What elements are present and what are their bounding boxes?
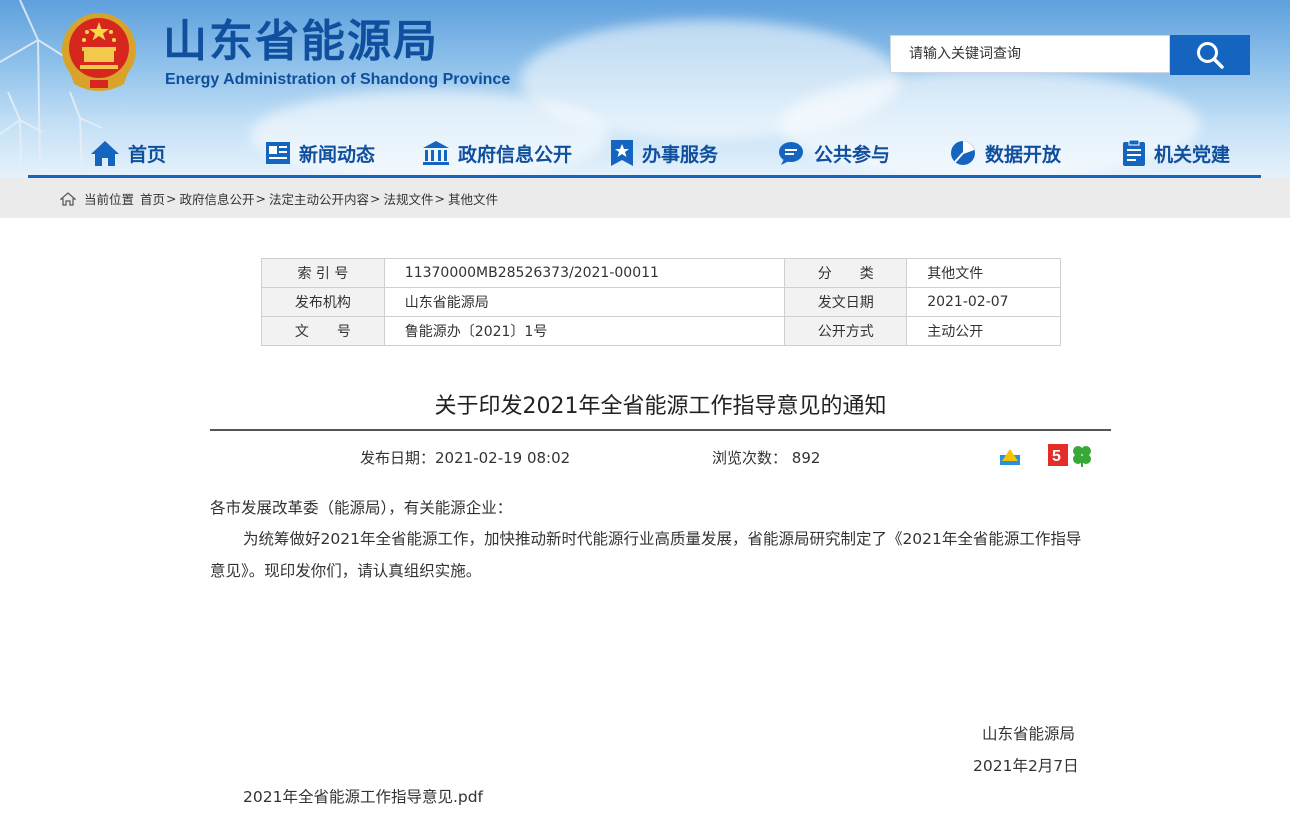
category-value: 其他文件 [906,258,1061,288]
share-weibo-icon[interactable]: 5 [1046,443,1070,467]
nav-item-label: 政府信息公开 [458,143,573,166]
article-body-line: 意见》。现印发你们，请认真组织实施。 [210,562,482,580]
publish-date-value: 2021-02-19 08:02 [435,449,571,467]
breadcrumb-link[interactable]: 政府信息公开 [180,189,255,208]
issue-date-label: 发文日期 [784,287,908,317]
view-count: 浏览次数： 892 [712,447,820,468]
view-count-value: 892 [791,449,821,467]
pie-chart-icon [951,141,975,165]
table-row: 文 号 鲁能源办〔2021〕1号 公开方式 主动公开 [261,316,1061,346]
breadcrumb-link[interactable]: 其他文件 [448,189,498,208]
article-greeting: 各市发展改革委（能源局），有关能源企业： [210,499,513,517]
site-title: 山东省能源局 [163,16,439,67]
site-subtitle: Energy Administration of Shandong Provin… [165,71,511,88]
national-emblem-logo [62,13,136,91]
category-label: 分 类 [784,258,908,288]
nav-item-news[interactable]: 新闻动态 [265,138,375,168]
nav-item-label: 新闻动态 [299,143,376,166]
nav-item-public-participation[interactable]: 公共参与 [778,138,890,168]
title-divider [210,429,1111,431]
site-header: 山东省能源局 Energy Administration of Shandong… [0,0,1290,178]
clipboard-icon [1123,139,1145,166]
share-qzone-icon[interactable] [998,443,1022,467]
index-number-label: 索 引 号 [261,258,385,288]
attachment-link[interactable]: 2021年全省能源工作指导意见.pdf [243,785,483,807]
news-icon [266,142,290,164]
index-number-value: 11370000MB28526373/2021-00011 [383,258,786,288]
nav-item-label: 办事服务 [642,143,719,166]
publish-date: 发布日期：2021-02-19 08:02 [360,447,570,468]
government-icon [423,141,449,165]
nav-item-open-data[interactable]: 数据开放 [949,138,1061,168]
signature-organization: 山东省能源局 [982,725,1076,743]
open-mode-value: 主动公开 [906,316,1061,346]
share-kaixin-icon[interactable] [1070,443,1094,467]
breadcrumb-link[interactable]: 首页 [140,189,165,208]
view-count-label: 浏览次数： [712,449,788,467]
search-button[interactable] [1170,35,1250,75]
nav-item-label: 公共参与 [814,143,891,166]
nav-item-home[interactable]: 首页 [90,138,166,168]
breadcrumb-link[interactable]: 法定主动公开内容 [269,189,369,208]
breadcrumb: 当前位置 首页 > 政府信息公开 > 法定主动公开内容 > 法规文件 > 其他文件 [60,189,498,208]
article-title: 关于印发2021年全省能源工作指导意见的通知 [434,394,887,419]
breadcrumb-bar: 当前位置 首页 > 政府信息公开 > 法定主动公开内容 > 法规文件 > 其他文件 [0,178,1290,218]
article-body-line: 为统筹做好2021年全省能源工作，加快推动新时代能源行业高质量发展，省能源局研究… [243,530,1082,548]
breadcrumb-prefix: 当前位置 [84,192,135,207]
nav-item-government-info[interactable]: 政府信息公开 [422,138,572,168]
table-row: 发布机构 山东省能源局 发文日期 2021-02-07 [261,287,1061,317]
home-icon [91,141,119,166]
nav-item-label: 机关党建 [1154,143,1231,166]
home-icon [60,191,76,206]
table-row: 索 引 号 11370000MB28526373/2021-00011 分 类 … [261,258,1061,288]
nav-item-label: 数据开放 [985,143,1062,166]
document-number-value: 鲁能源办〔2021〕1号 [383,316,786,346]
publisher-label: 发布机构 [261,287,385,317]
nav-item-services[interactable]: 办事服务 [610,138,718,168]
document-number-label: 文 号 [261,316,385,346]
document-meta-table: 索 引 号 11370000MB28526373/2021-00011 分 类 … [261,258,1061,346]
issue-date-value: 2021-02-07 [906,287,1061,317]
breadcrumb-link[interactable]: 法规文件 [384,189,434,208]
publish-date-label: 发布日期： [360,449,436,467]
chat-icon [779,142,803,165]
nav-item-party-building[interactable]: 机关党建 [1122,138,1230,168]
publisher-value: 山东省能源局 [383,287,786,317]
svg-text:5: 5 [1052,448,1061,465]
search-icon [1197,42,1224,69]
nav-item-label: 首页 [128,143,167,166]
open-mode-label: 公开方式 [784,316,908,346]
service-icon [611,140,633,166]
search-input[interactable]: 请输入关键词查询 [890,35,1170,73]
main-nav: 首页 新闻动态 政府信息公开 办事服务 公共参与 数据开放 机关党建 [0,128,1290,176]
signature-date: 2021年2月7日 [973,757,1079,775]
